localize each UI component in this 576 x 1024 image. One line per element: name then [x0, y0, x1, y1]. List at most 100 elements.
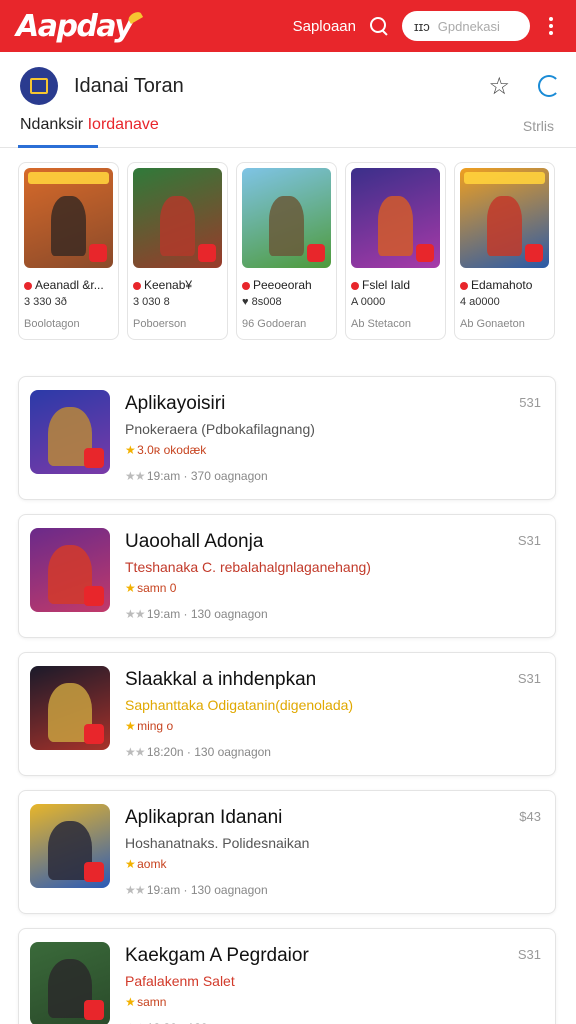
rating-text: 3.0ʀ okodæk — [137, 443, 207, 457]
app-description: Tteshanaka C. rebalahalgnlaganehang) — [125, 559, 371, 575]
app-footer: ★★ 19:am · 130 oagnagon — [125, 883, 268, 897]
app-list-item[interactable]: Kaekgam A Pegrdaior S31 Pafalakenm Salet ★ … — [18, 928, 556, 1024]
category-avatar — [20, 67, 58, 105]
refresh-icon[interactable] — [538, 75, 560, 97]
featured-name: Fslel Iald — [351, 278, 440, 292]
featured-card[interactable]: Edamahoto 4 a0000 Ab Gonaeton — [454, 162, 555, 340]
character-art — [486, 196, 523, 256]
app-rating: ★ aomk — [125, 857, 166, 871]
app-description: Pnokeraera (Pdbokafilagnang) — [125, 421, 315, 437]
star-icon[interactable]: ☆ — [488, 72, 510, 101]
featured-sub: 3 030 8 — [133, 296, 170, 308]
app-icon-badge — [84, 724, 104, 744]
featured-card[interactable]: Keenab¥ 3 030 8 Poboerson — [127, 162, 228, 340]
app-list-item[interactable]: Slaakkal a inhdenpkan S31 Saphanttaka Odig… — [18, 652, 556, 776]
top-bar: Aapday Saploaan ɪɪɔ Gpdnekasi — [0, 0, 576, 52]
app-footer: ★★ 19:am · 370 oagnagon — [125, 469, 268, 483]
app-description: Pafalakenm Salet — [125, 973, 235, 989]
app-count: S31 — [517, 671, 541, 686]
app-list-item[interactable]: Aplikapran Idanani $43 Hoshanatnaks. Polid… — [18, 790, 556, 914]
featured-thumbnail — [351, 168, 440, 268]
app-title: Uaoohall Adonja — [125, 531, 264, 552]
section-header: Idanai Toran ☆ — [20, 64, 560, 108]
featured-sub: A 0000 — [351, 296, 386, 308]
thumbnail-banner — [28, 172, 109, 184]
character-art — [159, 196, 196, 256]
top-link[interactable]: Saploaan — [293, 18, 356, 35]
app-count: S31 — [517, 947, 541, 962]
featured-meta: Boolotagon — [24, 318, 80, 330]
featured-name-text: Peeoeorah — [253, 278, 312, 292]
featured-meta: Ab Gonaeton — [460, 318, 525, 330]
app-logo-wordmark[interactable]: Aapday — [16, 9, 144, 44]
tab-active[interactable]: Ndanksir Iordanave — [20, 116, 159, 134]
featured-meta: Poboerson — [133, 318, 187, 330]
app-footer: ★★ 19:am · 130 oagnagon — [125, 607, 268, 621]
featured-carousel[interactable]: Aeanadl &r... 3 330 3ð Boolotagon Keenab¥ 3 … — [18, 162, 576, 340]
character-art — [377, 196, 414, 256]
app-rating: ★ samn — [125, 995, 166, 1009]
rating-stars-icon: ★ — [125, 443, 138, 457]
featured-meta: 96 Godoeran — [242, 318, 307, 330]
app-rating: ★ 3.0ʀ okodæk — [125, 443, 206, 457]
rating-text: samn 0 — [137, 581, 177, 595]
featured-card[interactable]: Aeanadl &r... 3 330 3ð Boolotagon — [18, 162, 119, 340]
top-actions: Saploaan ɪɪɔ Gpdnekasi — [293, 11, 560, 41]
app-footer-text: 19:am · 370 oagnagon — [146, 469, 268, 483]
featured-name-text: Fslel Iald — [362, 278, 411, 292]
thumbnail-banner — [464, 172, 545, 184]
grey-stars-icon: ★★ — [125, 745, 147, 759]
rating-text: ming o — [137, 719, 174, 733]
thumbnail-badge-icon — [198, 244, 216, 262]
featured-name-text: Keenab¥ — [144, 278, 193, 292]
featured-card[interactable]: Fslel Iald A 0000 Ab Stetacon — [345, 162, 446, 340]
thumbnail-badge-icon — [89, 244, 107, 262]
featured-sub: 3 330 3ð — [24, 296, 67, 308]
rating-stars-icon: ★ — [125, 581, 138, 595]
tab-label-a: Ndanksir — [20, 116, 84, 133]
featured-sub: ♥ 8s008 — [242, 296, 282, 308]
featured-thumbnail — [242, 168, 331, 268]
app-rating: ★ ming o — [125, 719, 173, 733]
top-pill-button[interactable]: ɪɪɔ Gpdnekasi — [402, 11, 530, 41]
app-title: Aplikapran Idanani — [125, 807, 283, 828]
app-icon — [30, 528, 110, 612]
page-title: Idanai Toran — [74, 74, 184, 97]
status-dot-icon — [242, 281, 250, 290]
app-title: Kaekgam A Pegrdaior — [125, 945, 309, 966]
character-art — [268, 196, 305, 256]
status-dot-icon — [24, 281, 32, 290]
app-rating: ★ samn 0 — [125, 581, 176, 595]
app-icon — [30, 804, 110, 888]
featured-name: Aeanadl &r... — [24, 278, 113, 292]
app-footer-text: 18:20n · 130 oagnagon — [146, 745, 271, 759]
app-title: Aplikayoisiri — [125, 393, 226, 414]
app-count: 531 — [519, 395, 541, 410]
rating-stars-icon: ★ — [125, 995, 138, 1009]
thumbnail-badge-icon — [525, 244, 543, 262]
featured-name: Edamahoto — [460, 278, 549, 292]
featured-name-text: Aeanadl &r... — [35, 278, 104, 292]
rating-text: aomk — [137, 857, 167, 871]
rating-stars-icon: ★ — [125, 857, 138, 871]
app-footer-text: 19:am · 130 oagnagon — [146, 607, 268, 621]
featured-name: Peeoeorah — [242, 278, 331, 292]
app-icon — [30, 390, 110, 474]
tab-right[interactable]: Strlis — [523, 118, 554, 134]
app-footer-text: 19:am · 130 oagnagon — [146, 883, 268, 897]
app-list-item[interactable]: Uaoohall Adonja S31 Tteshanaka C. rebalaha… — [18, 514, 556, 638]
app-icon — [30, 942, 110, 1024]
status-dot-icon — [460, 281, 468, 290]
featured-sub: 4 a0000 — [460, 296, 500, 308]
thumbnail-badge-icon — [307, 244, 325, 262]
pill-label-b: Gpdnekasi — [437, 18, 500, 34]
rating-stars-icon: ★ — [125, 719, 138, 733]
status-dot-icon — [351, 281, 359, 290]
tab-indicator — [18, 145, 98, 148]
featured-card[interactable]: Peeoeorah ♥ 8s008 96 Godoeran — [236, 162, 337, 340]
app-list-item[interactable]: Aplikayoisiri 531 Pnokeraera (Pdbokafilagn… — [18, 376, 556, 500]
search-icon[interactable] — [368, 15, 390, 37]
app-count: $43 — [519, 809, 541, 824]
more-menu-icon[interactable] — [542, 15, 560, 37]
app-count: S31 — [517, 533, 541, 548]
